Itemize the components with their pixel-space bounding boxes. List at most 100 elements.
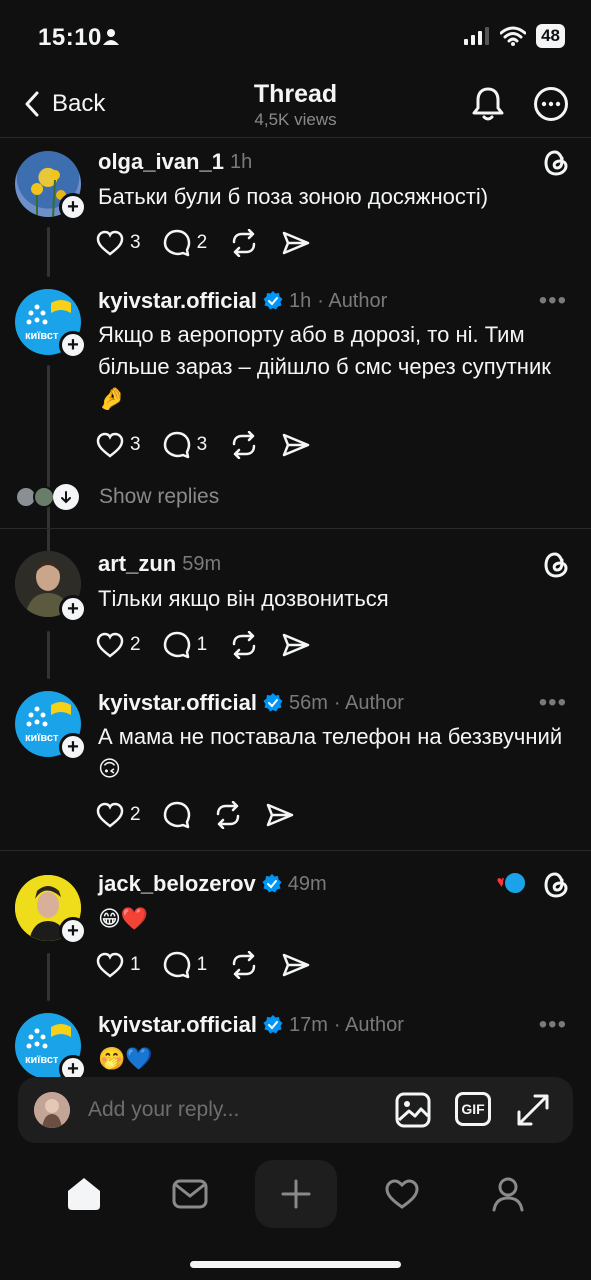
- mail-icon: [172, 1179, 208, 1209]
- thread-connector: [47, 227, 50, 277]
- reply-count: 3: [196, 434, 208, 455]
- threads-logo-icon[interactable]: [543, 551, 569, 579]
- like-count: 2: [130, 634, 141, 655]
- reply-count: 1: [196, 954, 208, 975]
- share-icon[interactable]: [281, 952, 311, 978]
- post-time: 17m: [288, 1013, 328, 1036]
- thread-header: Back Thread 4,5K views: [0, 76, 591, 138]
- comment-icon: [163, 801, 190, 829]
- share-icon[interactable]: [265, 802, 295, 828]
- username[interactable]: kyivstar.official: [98, 1012, 257, 1038]
- kyivstar-logo-text: київст: [25, 1054, 59, 1066]
- replier-avatars: [15, 484, 79, 510]
- verified-badge-icon: [263, 291, 283, 310]
- post-time: 1h: [229, 150, 253, 173]
- like-button[interactable]: 2: [96, 632, 141, 658]
- person-icon: [103, 29, 119, 45]
- post-time: 59m: [182, 552, 222, 575]
- tab-activity[interactable]: [361, 1160, 443, 1228]
- like-count: 1: [130, 954, 141, 975]
- like-button[interactable]: 3: [96, 432, 141, 458]
- thread-connector: [47, 631, 50, 679]
- repost-icon[interactable]: [229, 951, 259, 979]
- follow-plus-button[interactable]: +: [59, 917, 87, 945]
- battery-indicator: 48: [536, 24, 565, 48]
- share-icon[interactable]: [281, 632, 311, 658]
- author-tag: · Author: [333, 691, 404, 714]
- username[interactable]: olga_ivan_1: [98, 149, 224, 175]
- reply-count: 2: [196, 232, 208, 253]
- bell-icon[interactable]: [471, 86, 505, 122]
- kyivstar-logo-text: київст: [25, 732, 59, 744]
- signal-icon: [464, 27, 490, 45]
- username[interactable]: kyivstar.official: [98, 690, 257, 716]
- arrow-down-icon: [53, 484, 79, 510]
- verified-badge-icon: [262, 874, 282, 893]
- tab-home[interactable]: [43, 1160, 125, 1228]
- reply-count: 1: [196, 634, 208, 655]
- thread-feed: + olga_ivan_1 1h Батьки були б поза зоно…: [0, 139, 591, 1077]
- more-options-icon[interactable]: [533, 86, 569, 122]
- like-button[interactable]: 1: [96, 952, 141, 978]
- reply-composer[interactable]: Add your reply... GIF: [18, 1077, 573, 1143]
- reply-input[interactable]: Add your reply...: [88, 1098, 239, 1122]
- like-count: 3: [130, 232, 141, 253]
- tab-create[interactable]: [255, 1160, 337, 1228]
- tab-messages[interactable]: [149, 1160, 231, 1228]
- repost-icon[interactable]: [229, 631, 259, 659]
- comment-icon: [163, 631, 190, 659]
- author-tag: · Author: [333, 1013, 404, 1036]
- post-text: Тільки якщо він дозвониться: [98, 586, 389, 611]
- post-more-button[interactable]: •••: [539, 287, 567, 315]
- like-button[interactable]: 3: [96, 230, 141, 256]
- post-time: 56m: [288, 691, 328, 714]
- comment-icon: [163, 229, 190, 257]
- threads-logo-icon[interactable]: [543, 149, 569, 177]
- repost-icon[interactable]: [229, 431, 259, 459]
- home-icon: [68, 1178, 100, 1210]
- reply-post[interactable]: київст + kyivstar.official 17m · Author …: [0, 1003, 591, 1077]
- reply-button[interactable]: 1: [163, 951, 208, 979]
- post-text: Якщо в аеропорту або в дорозі, то ні. Ти…: [98, 322, 551, 411]
- like-count: 3: [130, 434, 141, 455]
- verified-badge-icon: [263, 693, 283, 712]
- post-text: 🤭💙: [98, 1046, 153, 1071]
- gif-button[interactable]: GIF: [455, 1092, 491, 1126]
- status-time: 15:10: [38, 24, 102, 51]
- username[interactable]: jack_belozerov: [98, 871, 256, 897]
- home-indicator: [190, 1261, 401, 1268]
- threads-logo-icon[interactable]: [543, 871, 569, 899]
- reply-button[interactable]: 2: [163, 229, 208, 257]
- reply-button[interactable]: [163, 801, 191, 829]
- reply-button[interactable]: 3: [163, 431, 208, 459]
- reply-button[interactable]: 1: [163, 631, 208, 659]
- share-icon[interactable]: [281, 230, 311, 256]
- repost-icon[interactable]: [213, 801, 243, 829]
- tab-profile[interactable]: [467, 1160, 549, 1228]
- image-attach-icon[interactable]: [395, 1092, 431, 1128]
- author-tag: · Author: [317, 289, 388, 312]
- profile-icon: [492, 1177, 524, 1212]
- post-time: 1h: [288, 289, 312, 312]
- comment-icon: [163, 951, 190, 979]
- username[interactable]: kyivstar.official: [98, 288, 257, 314]
- show-replies-label: Show replies: [99, 485, 220, 508]
- avatar: [33, 486, 55, 508]
- heart-icon: [96, 632, 124, 658]
- username[interactable]: art_zun: [98, 551, 176, 577]
- verified-badge-icon: [263, 1015, 283, 1034]
- show-replies-button[interactable]: Show replies: [15, 484, 219, 510]
- follow-plus-button[interactable]: +: [59, 733, 87, 761]
- repost-icon[interactable]: [229, 229, 259, 257]
- share-icon[interactable]: [281, 432, 311, 458]
- thread-connector: [47, 953, 50, 1001]
- post-text: 😁❤️: [98, 906, 149, 931]
- follow-plus-button[interactable]: +: [59, 595, 87, 623]
- post-more-button[interactable]: •••: [539, 689, 567, 717]
- follow-plus-button[interactable]: +: [59, 1055, 87, 1077]
- expand-icon[interactable]: [515, 1092, 551, 1128]
- follow-plus-button[interactable]: +: [59, 193, 87, 221]
- like-button[interactable]: 2: [96, 802, 141, 828]
- post-more-button[interactable]: •••: [539, 1011, 567, 1039]
- follow-plus-button[interactable]: +: [59, 331, 87, 359]
